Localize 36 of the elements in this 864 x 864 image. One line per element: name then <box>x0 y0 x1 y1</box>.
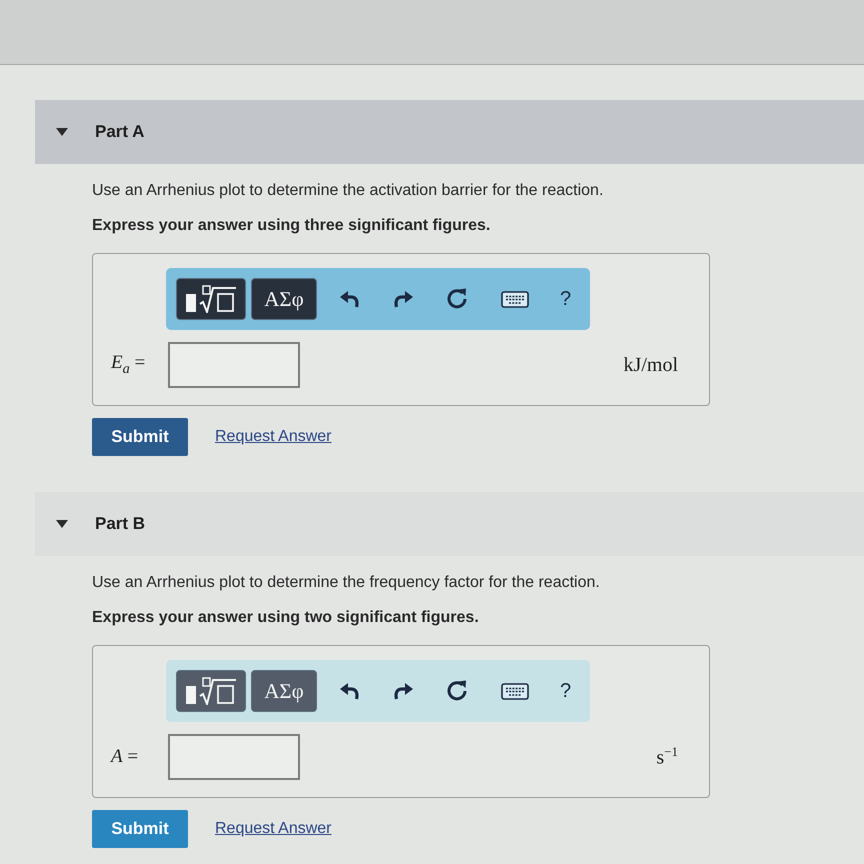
radical-icon <box>186 677 236 705</box>
variable-label: A = <box>111 746 140 768</box>
reset-icon[interactable] <box>446 288 468 310</box>
question-text: Use an Arrhenius plot to determine the activation barrier for the reaction. <box>92 181 604 201</box>
keyboard-icon[interactable] <box>501 682 529 700</box>
submit-button[interactable]: Submit <box>92 810 188 848</box>
symbols-button[interactable]: ΑΣφ <box>251 670 317 712</box>
answer-input[interactable] <box>168 342 300 388</box>
part-title: Part B <box>95 514 146 534</box>
help-button[interactable]: ? <box>560 680 572 702</box>
instruction-text: Express your answer using three significant figures. <box>92 216 492 236</box>
caret-icon[interactable] <box>56 128 68 136</box>
part-header[interactable]: Part A <box>35 100 864 164</box>
variable-label: E$_{a}$ = <box>111 352 146 378</box>
question-text: Use an Arrhenius plot to determine the frequency factor for the reaction. <box>92 573 601 593</box>
redo-icon[interactable] <box>393 290 413 308</box>
part-title: Part A <box>95 122 144 142</box>
answer-input[interactable] <box>168 734 300 780</box>
request-answer-link[interactable]: Request Answer <box>215 428 332 446</box>
redo-icon[interactable] <box>393 682 413 700</box>
help-button[interactable]: ? <box>560 288 572 310</box>
part-header[interactable]: Part B <box>35 492 864 556</box>
submit-button[interactable]: Submit <box>92 418 188 456</box>
caret-icon[interactable] <box>56 520 68 528</box>
templates-button[interactable] <box>176 670 246 712</box>
keyboard-icon[interactable] <box>501 290 529 308</box>
request-answer-link[interactable]: Request Answer <box>215 820 332 838</box>
reset-icon[interactable] <box>446 680 468 702</box>
unit-label: kJ/mol <box>624 354 678 376</box>
instruction-text: Express your answer using two significant figures. <box>92 608 480 628</box>
unit-label: s$^{−1}$ <box>656 744 678 770</box>
templates-button[interactable] <box>176 278 246 320</box>
symbols-button[interactable]: ΑΣφ <box>251 278 317 320</box>
radical-icon <box>186 285 236 313</box>
undo-icon[interactable] <box>340 290 360 308</box>
undo-icon[interactable] <box>340 682 360 700</box>
